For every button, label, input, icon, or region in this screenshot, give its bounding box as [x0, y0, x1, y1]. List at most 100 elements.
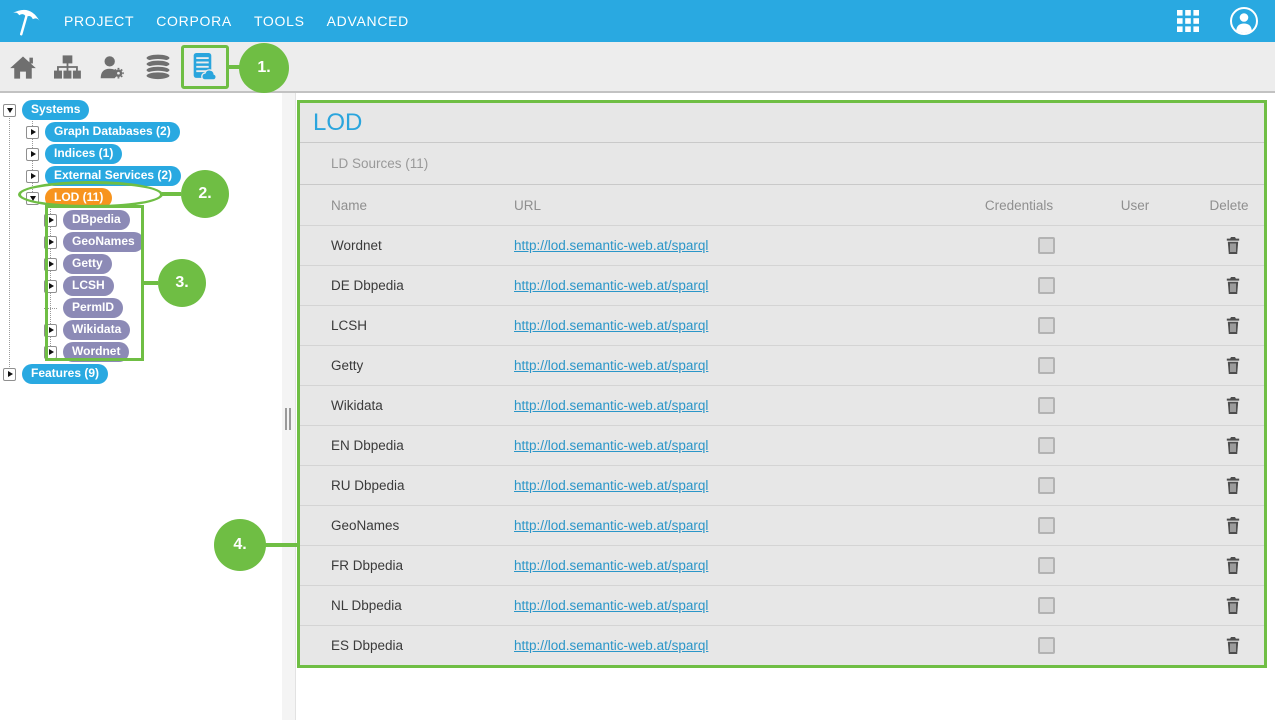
- tree-item[interactable]: Indices (1): [0, 143, 282, 165]
- delete-trash-icon[interactable]: [1226, 277, 1240, 294]
- delete-trash-icon[interactable]: [1226, 317, 1240, 334]
- credentials-checkbox[interactable]: [1038, 277, 1055, 294]
- account-icon[interactable]: [1229, 6, 1259, 36]
- source-url-link[interactable]: http://lod.semantic-web.at/sparql: [514, 558, 708, 573]
- taxonomy-tree-icon[interactable]: [45, 42, 90, 91]
- lod-panel: LOD LD Sources (11) Name URL Credentials…: [297, 100, 1267, 668]
- credentials-checkbox[interactable]: [1038, 557, 1055, 574]
- tree-node-label[interactable]: Features (9): [22, 364, 108, 384]
- topbar-menu-item[interactable]: PROJECT: [64, 13, 134, 29]
- tree-expander[interactable]: [44, 324, 57, 337]
- credentials-checkbox[interactable]: [1038, 237, 1055, 254]
- source-url-link[interactable]: http://lod.semantic-web.at/sparql: [514, 478, 708, 493]
- credentials-checkbox[interactable]: [1038, 477, 1055, 494]
- tree-node-label[interactable]: PermID: [63, 298, 123, 318]
- source-url-link[interactable]: http://lod.semantic-web.at/sparql: [514, 598, 708, 613]
- credentials-checkbox[interactable]: [1038, 597, 1055, 614]
- tree-node-label[interactable]: GeoNames: [63, 232, 144, 252]
- tree-expander[interactable]: [26, 170, 39, 183]
- source-url-link[interactable]: http://lod.semantic-web.at/sparql: [514, 518, 708, 533]
- source-url-link[interactable]: http://lod.semantic-web.at/sparql: [514, 278, 708, 293]
- delete-trash-icon[interactable]: [1226, 437, 1240, 454]
- column-header-delete: Delete: [1196, 198, 1262, 213]
- tree-node-label[interactable]: Wordnet: [63, 342, 129, 362]
- tree-node-label[interactable]: LOD (11): [45, 188, 112, 208]
- poolparty-logo[interactable]: [0, 0, 52, 42]
- tree-node-label[interactable]: Graph Databases (2): [45, 122, 180, 142]
- tree-expander[interactable]: [44, 214, 57, 227]
- column-header-user: User: [1084, 198, 1186, 213]
- ld-source-row: RU Dbpedia http://lod.semantic-web.at/sp…: [300, 465, 1264, 505]
- source-url-link[interactable]: http://lod.semantic-web.at/sparql: [514, 318, 708, 333]
- delete-trash-icon[interactable]: [1226, 237, 1240, 254]
- tree-expander[interactable]: [26, 148, 39, 161]
- tree-expander[interactable]: [44, 258, 57, 271]
- expander-triangle-icon: [31, 129, 36, 135]
- systems-tree-sidebar: Systems Graph Databases (2) Indices (1) …: [0, 93, 282, 720]
- tree-item[interactable]: DBpedia: [0, 209, 282, 231]
- source-url-link[interactable]: http://lod.semantic-web.at/sparql: [514, 638, 708, 653]
- tree-node-label[interactable]: LCSH: [63, 276, 114, 296]
- sidebar-splitter[interactable]: [282, 93, 296, 720]
- tree-expander[interactable]: [26, 192, 39, 205]
- tree-item[interactable]: Systems: [0, 99, 282, 121]
- credentials-checkbox[interactable]: [1038, 397, 1055, 414]
- credentials-checkbox[interactable]: [1038, 317, 1055, 334]
- credentials-checkbox[interactable]: [1038, 437, 1055, 454]
- tree-item[interactable]: Features (9): [0, 363, 282, 385]
- source-name: Getty: [331, 358, 514, 373]
- topbar-menu-item[interactable]: ADVANCED: [327, 13, 409, 29]
- tree-item[interactable]: Wordnet: [0, 341, 282, 363]
- tree-expander[interactable]: [44, 236, 57, 249]
- source-name: RU Dbpedia: [331, 478, 514, 493]
- delete-trash-icon[interactable]: [1226, 597, 1240, 614]
- source-url-link[interactable]: http://lod.semantic-web.at/sparql: [514, 238, 708, 253]
- tree-expander[interactable]: [26, 126, 39, 139]
- umbrella-logo-icon: [9, 2, 43, 40]
- credentials-checkbox[interactable]: [1038, 637, 1055, 654]
- tree-item[interactable]: External Services (2): [0, 165, 282, 187]
- apps-grid-icon[interactable]: [1177, 10, 1199, 32]
- repository-database-icon[interactable]: [135, 42, 180, 91]
- tree-expander[interactable]: [44, 280, 57, 293]
- tree-node-label[interactable]: Systems: [22, 100, 89, 120]
- tree-item[interactable]: Getty: [0, 253, 282, 275]
- tree-expander[interactable]: [44, 346, 57, 359]
- delete-trash-icon[interactable]: [1226, 517, 1240, 534]
- source-url-link[interactable]: http://lod.semantic-web.at/sparql: [514, 358, 708, 373]
- source-name: GeoNames: [331, 518, 514, 533]
- ld-sources-section-title: LD Sources (11): [300, 143, 1264, 185]
- delete-trash-icon[interactable]: [1226, 477, 1240, 494]
- tree-item[interactable]: Wikidata: [0, 319, 282, 341]
- tree-node-label[interactable]: Wikidata: [63, 320, 130, 340]
- tree-item[interactable]: LOD (11): [0, 187, 282, 209]
- delete-trash-icon[interactable]: [1226, 637, 1240, 654]
- tree-item[interactable]: GeoNames: [0, 231, 282, 253]
- expander-triangle-icon: [30, 196, 36, 201]
- credentials-checkbox[interactable]: [1038, 357, 1055, 374]
- credentials-checkbox[interactable]: [1038, 517, 1055, 534]
- lod-management-icon[interactable]: [180, 42, 225, 91]
- expander-triangle-icon: [8, 371, 13, 377]
- column-header-url: URL: [514, 198, 954, 213]
- tree-node-label[interactable]: DBpedia: [63, 210, 130, 230]
- tree-expander[interactable]: [3, 104, 16, 117]
- source-name: Wordnet: [331, 238, 514, 253]
- user-management-icon[interactable]: [90, 42, 135, 91]
- topbar-menu-item[interactable]: CORPORA: [156, 13, 232, 29]
- delete-trash-icon[interactable]: [1226, 357, 1240, 374]
- home-icon[interactable]: [0, 42, 45, 91]
- delete-trash-icon[interactable]: [1226, 557, 1240, 574]
- tree-expander[interactable]: [3, 368, 16, 381]
- tree-item[interactable]: PermID: [0, 297, 282, 319]
- tree-node-label[interactable]: External Services (2): [45, 166, 181, 186]
- tree-item[interactable]: LCSH: [0, 275, 282, 297]
- tree-node-label[interactable]: Getty: [63, 254, 112, 274]
- delete-trash-icon[interactable]: [1226, 397, 1240, 414]
- tree-item[interactable]: Graph Databases (2): [0, 121, 282, 143]
- source-url-link[interactable]: http://lod.semantic-web.at/sparql: [514, 438, 708, 453]
- splitter-grip-icon[interactable]: [285, 408, 291, 430]
- topbar-menu-item[interactable]: TOOLS: [254, 13, 305, 29]
- tree-node-label[interactable]: Indices (1): [45, 144, 122, 164]
- source-url-link[interactable]: http://lod.semantic-web.at/sparql: [514, 398, 708, 413]
